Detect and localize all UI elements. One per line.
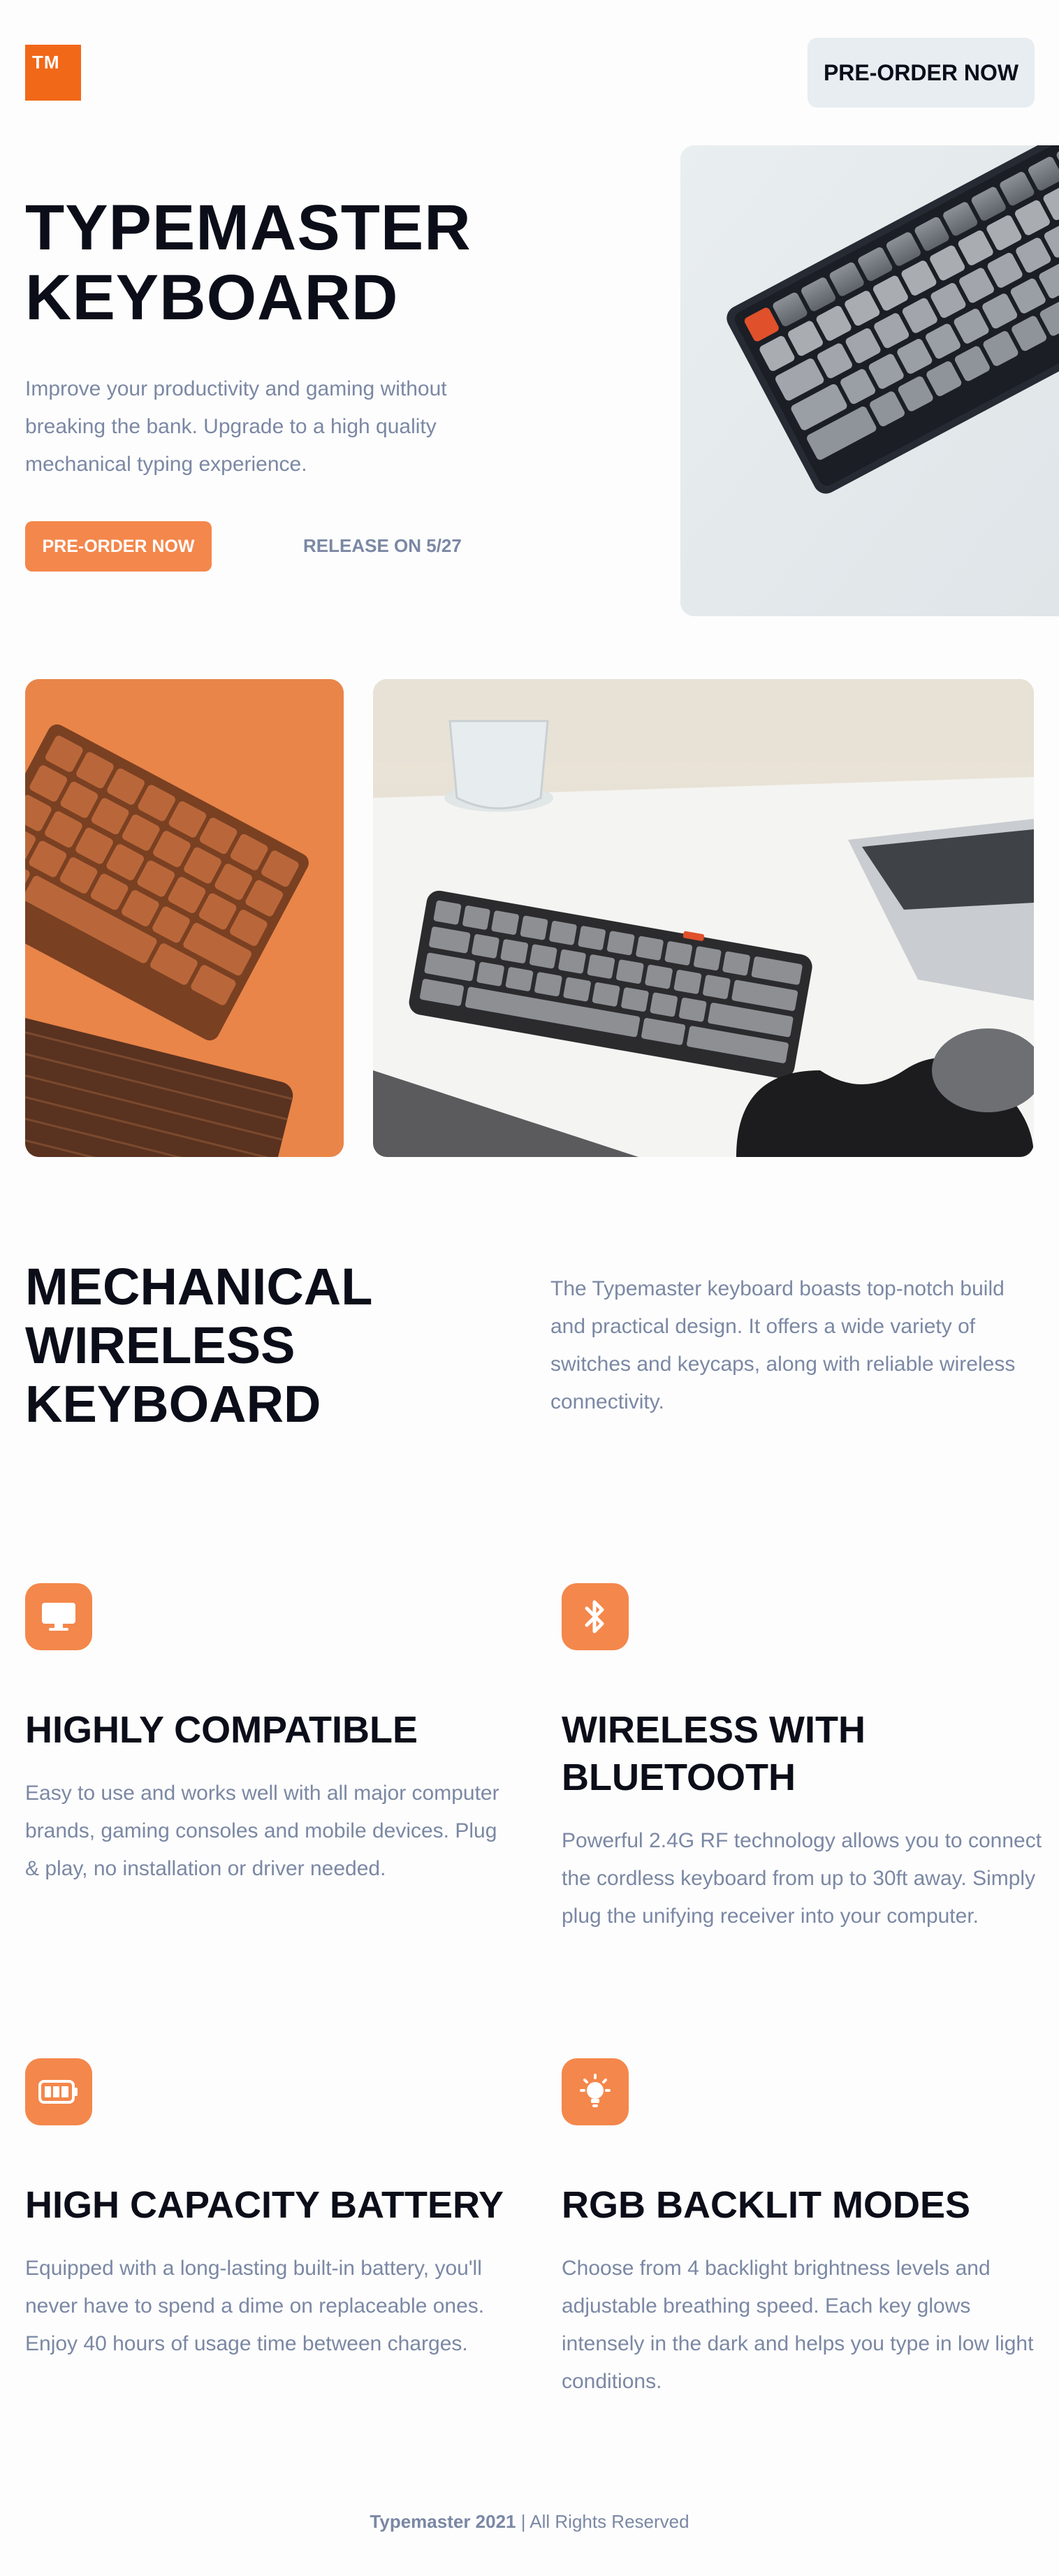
feature-battery: HIGH CAPACITY BATTERY Equipped with a lo… <box>25 2058 514 2363</box>
feature-description: Powerful 2.4G RF technology allows you t… <box>562 1829 1042 1928</box>
monitor-icon <box>25 1583 92 1650</box>
orange-keyboard-photo <box>25 679 344 1157</box>
footer: Typemaster 2021 | All Rights Reserved <box>0 2511 1059 2533</box>
release-date: RELEASE ON 5/27 <box>303 535 462 556</box>
feature-description: Choose from 4 backlight brightness level… <box>562 2257 1034 2393</box>
about-description: The Typemaster keyboard boasts top-notch… <box>550 1277 1016 1413</box>
about-title: MECHANICAL WIRELESS KEYBOARD <box>25 1258 372 1434</box>
about-title-line2: WIRELESS <box>25 1316 295 1374</box>
hero-title-line2: KEYBOARD <box>25 262 399 333</box>
lightbulb-icon <box>562 2058 629 2125</box>
about-title-line1: MECHANICAL <box>25 1258 373 1316</box>
feature-title: HIGHLY COMPATIBLE <box>25 1709 418 1751</box>
feature-title: WIRELESS WITH BLUETOOTH <box>562 1709 866 1798</box>
feature-title: RGB BACKLIT MODES <box>562 2184 970 2226</box>
hero-description: Improve your productivity and gaming wit… <box>25 377 447 476</box>
hero-title: TYPEMASTER KEYBOARD <box>25 193 472 333</box>
bluetooth-icon <box>562 1583 629 1650</box>
hero-keyboard-image <box>680 145 1059 616</box>
footer-brand: Typemaster 2021 <box>370 2511 516 2532</box>
about-title-line3: KEYBOARD <box>25 1375 321 1433</box>
header-preorder-button[interactable]: PRE-ORDER NOW <box>808 38 1035 108</box>
logo-text: TM <box>32 52 60 73</box>
feature-bluetooth: WIRELESS WITH BLUETOOTH Powerful 2.4G RF… <box>562 1583 1044 1935</box>
brand-logo[interactable]: TM <box>25 45 81 101</box>
feature-description: Easy to use and works well with all majo… <box>25 1782 499 1880</box>
battery-icon <box>25 2058 92 2125</box>
hero-preorder-button[interactable]: PRE-ORDER NOW <box>25 521 212 572</box>
feature-description: Equipped with a long-lasting built-in ba… <box>25 2257 485 2355</box>
feature-rgb: RGB BACKLIT MODES Choose from 4 backligh… <box>562 2058 1044 2401</box>
hero-title-line1: TYPEMASTER <box>25 192 472 263</box>
feature-title: HIGH CAPACITY BATTERY <box>25 2184 504 2226</box>
footer-rights: | All Rights Reserved <box>516 2511 689 2532</box>
feature-compatible: HIGHLY COMPATIBLE Easy to use and works … <box>25 1583 514 1888</box>
desk-setup-photo <box>373 679 1034 1157</box>
